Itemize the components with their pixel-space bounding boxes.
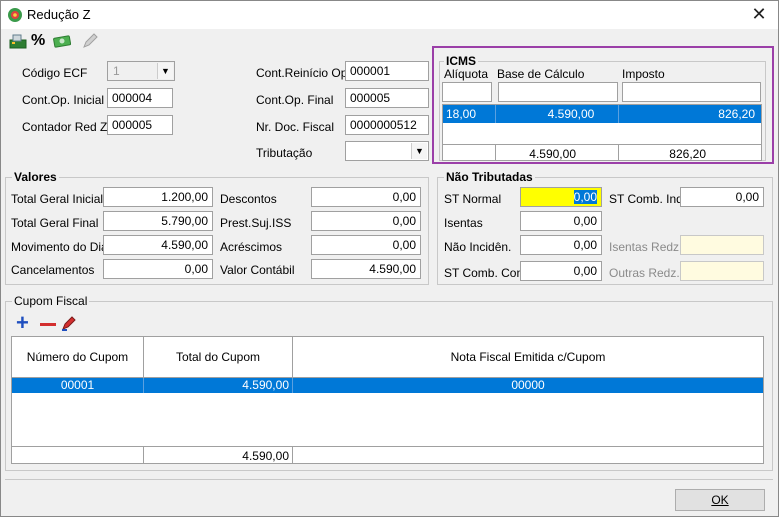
- table-row[interactable]: 18,00 4.590,00 826,20: [443, 105, 761, 123]
- ok-label: OK: [711, 493, 729, 507]
- st-normal-input[interactable]: 0,00: [520, 187, 602, 207]
- close-button[interactable]: ✕: [744, 3, 774, 27]
- outras-redz-label: Outras Redz.: [609, 266, 680, 280]
- cupom-fiscal-title: Cupom Fiscal: [12, 294, 90, 308]
- cont-op-inicial-label: Cont.Op. Inicial: [22, 93, 105, 107]
- nao-tributadas-title: Não Tributadas: [444, 170, 535, 184]
- st-comb-ind-input[interactable]: 0,00: [680, 187, 764, 207]
- codigo-ecf-label: Código ECF: [22, 66, 88, 80]
- app-icon: [8, 8, 22, 22]
- tributacao-label: Tributação: [256, 146, 313, 160]
- table-row[interactable]: 00001 4.590,00 00000: [12, 378, 763, 393]
- aliquota-header: Alíquota: [444, 67, 489, 81]
- nr-doc-fiscal-label: Nr. Doc. Fiscal: [256, 120, 335, 134]
- icms-aliquota-cell: 18,00: [446, 107, 477, 121]
- valor-contabil-label: Valor Contábil: [220, 263, 295, 277]
- divider: [5, 479, 773, 480]
- icms-title: ICMS: [444, 54, 478, 68]
- contador-red-z-input[interactable]: 000005: [107, 115, 173, 135]
- cupom-footer-total: 4.590,00: [242, 449, 289, 463]
- prest-suj-iss-input[interactable]: 0,00: [311, 211, 421, 231]
- prest-suj-iss-label: Prest.Suj.ISS: [220, 216, 292, 230]
- valor-contabil-input[interactable]: 4.590,00: [311, 259, 421, 279]
- window-title: Redução Z: [27, 7, 91, 22]
- cupom-total-cell: 4.590,00: [242, 378, 289, 392]
- st-normal-label: ST Normal: [444, 192, 502, 206]
- outras-redz-input[interactable]: [680, 261, 764, 281]
- money-icon[interactable]: [53, 32, 71, 50]
- nota-fiscal-header: Nota Fiscal Emitida c/Cupom: [450, 350, 606, 364]
- cont-op-inicial-input[interactable]: 000004: [107, 88, 173, 108]
- movimento-dia-input[interactable]: 4.590,00: [103, 235, 213, 255]
- descontos-label: Descontos: [220, 192, 277, 206]
- ok-button[interactable]: OK: [675, 489, 765, 511]
- total-geral-inicial-label: Total Geral Inicial: [11, 192, 104, 206]
- cupom-numero-cell: 00001: [60, 378, 95, 392]
- cancelamentos-label: Cancelamentos: [11, 263, 95, 277]
- codigo-ecf-select[interactable]: 1 ▼: [107, 61, 175, 81]
- imposto-header: Imposto: [622, 67, 665, 81]
- icms-imposto-cell: 826,20: [718, 107, 755, 121]
- contador-red-z-label: Contador Red Z: [22, 120, 108, 134]
- base-calculo-header: Base de Cálculo: [497, 67, 585, 81]
- total-geral-inicial-input[interactable]: 1.200,00: [103, 187, 213, 207]
- percent-icon[interactable]: %: [31, 32, 45, 50]
- cont-reinicio-op-input[interactable]: 000001: [345, 61, 429, 81]
- close-icon: ✕: [751, 4, 767, 24]
- divider: [618, 105, 619, 123]
- nr-doc-fiscal-input[interactable]: 0000000512: [345, 115, 429, 135]
- total-cupom-header: Total do Cupom: [175, 350, 261, 364]
- chevron-down-icon: ▼: [157, 63, 173, 79]
- divider: [12, 446, 763, 447]
- cont-op-final-input[interactable]: 000005: [345, 88, 429, 108]
- codigo-ecf-value: 1: [113, 64, 120, 78]
- acrescimos-input[interactable]: 0,00: [311, 235, 421, 255]
- cancelamentos-input[interactable]: 0,00: [103, 259, 213, 279]
- total-geral-final-label: Total Geral Final: [11, 216, 99, 230]
- nao-incidencia-input[interactable]: 0,00: [520, 235, 602, 255]
- edit-icon[interactable]: [81, 32, 99, 50]
- st-comb-cons-input[interactable]: 0,00: [520, 261, 602, 281]
- base-calculo-input[interactable]: [498, 82, 618, 102]
- valores-title: Valores: [12, 170, 59, 184]
- reducao-z-window: Redução Z ✕ % Código ECF 1 ▼ Cont.Op. In…: [0, 0, 779, 517]
- divider: [292, 378, 293, 393]
- aliquota-input[interactable]: [442, 82, 492, 102]
- st-normal-value: 0,00: [573, 190, 597, 204]
- tributacao-select[interactable]: ▼: [345, 141, 429, 161]
- add-icon[interactable]: +: [16, 312, 29, 334]
- divider: [495, 105, 496, 123]
- movimento-dia-label: Movimento do Dia: [11, 240, 108, 254]
- remove-icon[interactable]: [40, 323, 56, 326]
- icms-base-cell: 4.590,00: [547, 107, 595, 121]
- isentas-redz-input[interactable]: [680, 235, 764, 255]
- divider: [443, 144, 761, 145]
- nao-incidencia-label: Não Incidên.: [444, 240, 512, 254]
- icms-total-base: 4.590,00: [529, 147, 576, 161]
- st-comb-ind-label: ST Comb. Ind.: [609, 192, 687, 206]
- imposto-input[interactable]: [622, 82, 761, 102]
- acrescimos-label: Acréscimos: [220, 240, 283, 254]
- cont-op-final-label: Cont.Op. Final: [256, 93, 334, 107]
- st-comb-cons-label: ST Comb. Cons: [444, 266, 530, 280]
- total-geral-final-input[interactable]: 5.790,00: [103, 211, 213, 231]
- isentas-input[interactable]: 0,00: [520, 211, 602, 231]
- numero-cupom-header: Número do Cupom: [26, 350, 129, 364]
- toolbar: %: [1, 29, 778, 53]
- descontos-input[interactable]: 0,00: [311, 187, 421, 207]
- cont-reinicio-op-label: Cont.Reinício Op.: [256, 66, 351, 80]
- isentas-label: Isentas: [444, 216, 483, 230]
- divider: [495, 144, 496, 160]
- cupom-nota-cell: 00000: [511, 378, 545, 392]
- divider: [143, 378, 144, 393]
- divider: [292, 446, 293, 463]
- icms-total-imposto: 826,20: [669, 147, 706, 161]
- chevron-down-icon: ▼: [411, 143, 427, 159]
- edit-pen-icon[interactable]: [61, 315, 77, 331]
- title-bar: Redução Z ✕: [1, 1, 778, 29]
- divider: [618, 144, 619, 160]
- cash-register-icon[interactable]: [9, 32, 27, 50]
- isentas-redz-label: Isentas Redz.: [609, 240, 683, 254]
